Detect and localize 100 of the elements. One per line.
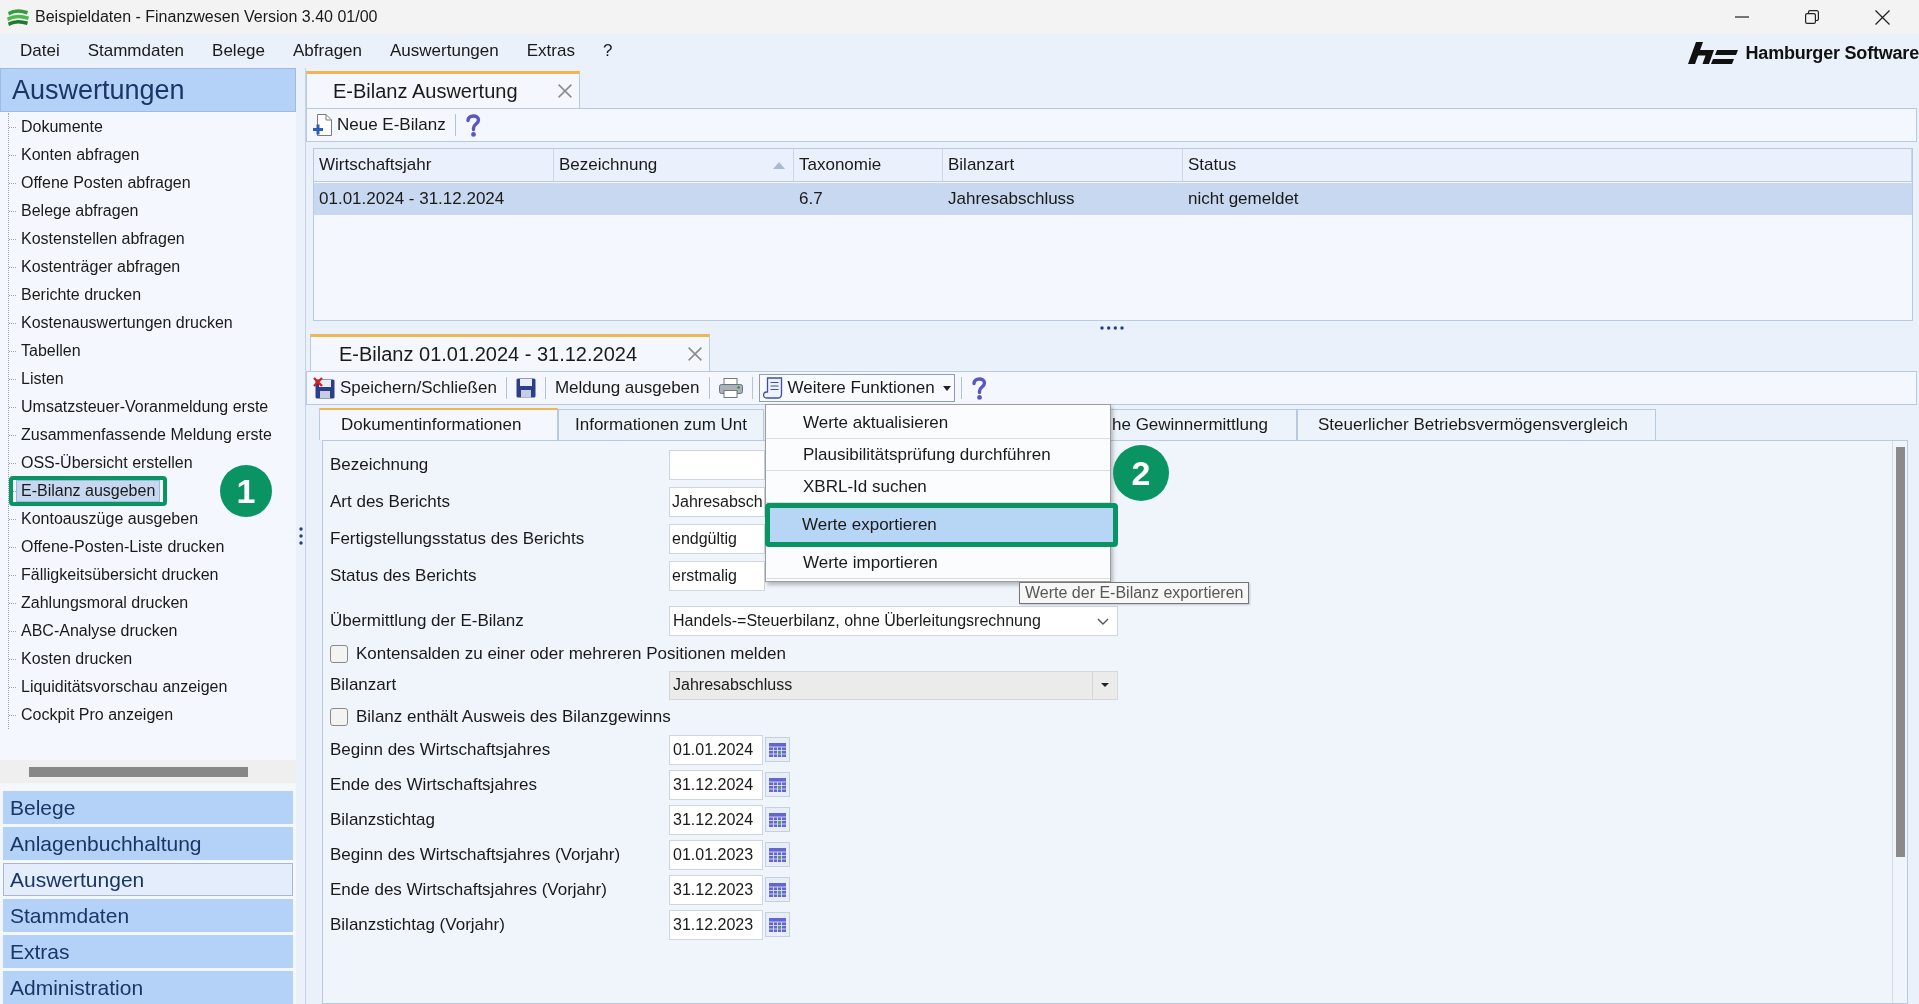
section-button[interactable]: Stammdaten [3,899,293,932]
tab[interactable]: Informationen zum Unt [558,409,764,440]
menu-item[interactable]: Extras [518,39,583,63]
tree-item[interactable]: Cockpit Pro anzeigen [16,704,179,726]
floppy-disk-cross-icon [313,377,335,399]
save-close-button[interactable]: Speichern/Schließen [310,374,500,402]
close-icon[interactable] [688,347,702,361]
field-label: Übermittlung der E-Bilanz [330,611,524,630]
tree-item[interactable]: Offene-Posten-Liste drucken [16,536,230,558]
new-button[interactable]: Neue E-Bilanz [310,111,449,139]
report-button[interactable]: Meldung ausgeben [551,374,703,402]
column-header[interactable]: Taxonomie [794,149,943,181]
calendar-button[interactable] [765,737,790,762]
tree-item[interactable]: Belege abfragen [16,200,144,222]
menu-item[interactable]: XBRL-Id suchen [766,471,1110,503]
tree-item[interactable]: Konten abfragen [16,144,145,166]
tree-item[interactable]: Kostenauswertungen drucken [16,312,238,334]
date-field[interactable]: 31.12.2024 [669,769,763,800]
help-icon [970,376,987,400]
field-label: Beginn des Wirtschaftsjahres [330,739,551,759]
menu-item[interactable]: Abfragen [285,39,370,63]
more-functions-button[interactable]: Weitere Funktionen [758,374,955,402]
scrollbar-thumb[interactable] [29,767,248,777]
table-row[interactable]: 01.01.2024 - 31.12.2024 6.7 Jahresabschluss nicht gemeldet [314,183,1912,215]
section-button[interactable]: Anlagenbuchhaltung [3,827,293,860]
column-header[interactable]: Bezeichnung [554,149,794,181]
table-cell-text: 6.7 [798,188,824,210]
tree-item[interactable]: E-Bilanz ausgeben [16,480,161,502]
tree-item[interactable]: Kontoauszüge ausgeben [16,508,204,530]
date-field[interactable]: 01.01.2023 [669,839,763,870]
calendar-button[interactable] [765,877,790,902]
checkbox-label: Kontensalden zu einer oder mehreren Positionen melden [356,642,786,665]
tree-item[interactable]: Kostenträger abfragen [16,256,186,278]
tree-item[interactable]: Dokumente [16,116,108,138]
tree-item[interactable]: Berichte drucken [16,284,147,306]
tree-item[interactable]: Offene Posten abfragen [16,172,196,194]
date-field[interactable]: 31.12.2023 [669,874,763,905]
dropdown-field[interactable]: Handels-=Steuerbilanz, ohne Überleitungsrechnung [669,606,1118,636]
table-cell-text: 01.01.2024 - 31.12.2024 [318,188,506,210]
calendar-button[interactable] [765,772,790,797]
table-cell-text: Jahresabschluss [947,188,1076,210]
tree-item[interactable]: Liquiditätsvorschau anzeigen [16,676,233,698]
calendar-button[interactable] [765,912,790,937]
tree-item[interactable]: Fälligkeitsübersicht drucken [16,564,224,586]
calendar-icon [769,847,786,862]
date-field[interactable]: 31.12.2023 [669,909,763,940]
tree-item[interactable]: Zahlungsmoral drucken [16,592,194,614]
tree-item[interactable]: Kosten drucken [16,648,138,670]
menu-item[interactable]: ? [594,39,621,63]
section-button[interactable]: Extras [3,935,293,968]
menu-item[interactable]: Werte aktualisieren [766,407,1110,439]
date-field[interactable]: 01.01.2024 [669,734,763,765]
brand-name: Hamburger Software [1745,42,1919,64]
tree-item[interactable]: Umsatzsteuer-Voranmeldung erste [16,396,274,418]
tree-item[interactable]: Listen [16,368,69,390]
section-button[interactable]: Belege [3,791,293,824]
splitter-grip-icon[interactable] [1099,325,1124,330]
column-header[interactable]: Bilanzart [943,149,1183,181]
calendar-button[interactable] [765,807,790,832]
column-header[interactable]: Status [1183,149,1912,181]
input-field[interactable]: endgültig [669,523,765,554]
tree-item[interactable]: ABC-Analyse drucken [16,620,183,642]
document-tab[interactable]: E-Bilanz 01.01.2024 - 31.12.2024 [310,334,710,371]
section-button[interactable]: Administration [3,971,293,1004]
menu-item[interactable]: Werte exportieren [770,508,1113,542]
scrollbar-thumb[interactable] [1895,447,1905,857]
menu-item[interactable]: Belege [204,39,273,63]
checkbox[interactable] [330,707,348,726]
field-label: Art des Berichts [330,491,450,511]
section-button[interactable]: Auswertungen [3,863,293,896]
field-label: Bilanzart [330,675,397,694]
logo-icon [1687,42,1738,64]
tree-item[interactable]: Zusammenfassende Meldung erste [16,424,277,446]
menu-item[interactable]: Datei [12,39,68,63]
calendar-button[interactable] [765,842,790,867]
column-header[interactable]: Wirtschaftsjahr [314,149,554,181]
tree-item[interactable]: Tabellen [16,340,86,362]
document-tab[interactable]: E-Bilanz Auswertung [306,71,580,108]
menu-item[interactable]: Plausibilitätsprüfung durchführen [766,439,1110,471]
tab[interactable]: he Gewinnermittlung [1110,409,1297,440]
menu-item[interactable]: Stammdaten [79,39,193,63]
menu-item[interactable]: Werte importieren [766,547,1110,579]
window-title: Beispieldaten - Finanzwesen Version 3.40 01/00 [35,7,378,27]
input-field[interactable]: erstmalig [669,560,765,591]
checkbox[interactable] [330,644,348,663]
tree-item[interactable]: Kostenstellen abfragen [16,228,190,250]
tab[interactable]: Dokumentinformationen [319,408,558,440]
input-field[interactable]: Jahresabsch [669,486,765,517]
calendar-icon [769,917,786,932]
input-field[interactable] [669,449,765,480]
tab[interactable]: Steuerlicher Betriebsvermögensvergleich [1297,409,1656,440]
dropdown-field[interactable]: Jahresabschluss [669,670,1118,700]
date-field[interactable]: 31.12.2024 [669,804,763,835]
tree-item[interactable]: OSS-Übersicht erstellen [16,452,198,474]
menu-item[interactable]: Auswertungen [382,39,507,63]
splitter-grip-icon[interactable] [298,527,303,545]
app-icon [6,8,30,26]
close-icon[interactable] [558,84,572,98]
calendar-icon [769,777,786,792]
calendar-icon [769,742,786,757]
